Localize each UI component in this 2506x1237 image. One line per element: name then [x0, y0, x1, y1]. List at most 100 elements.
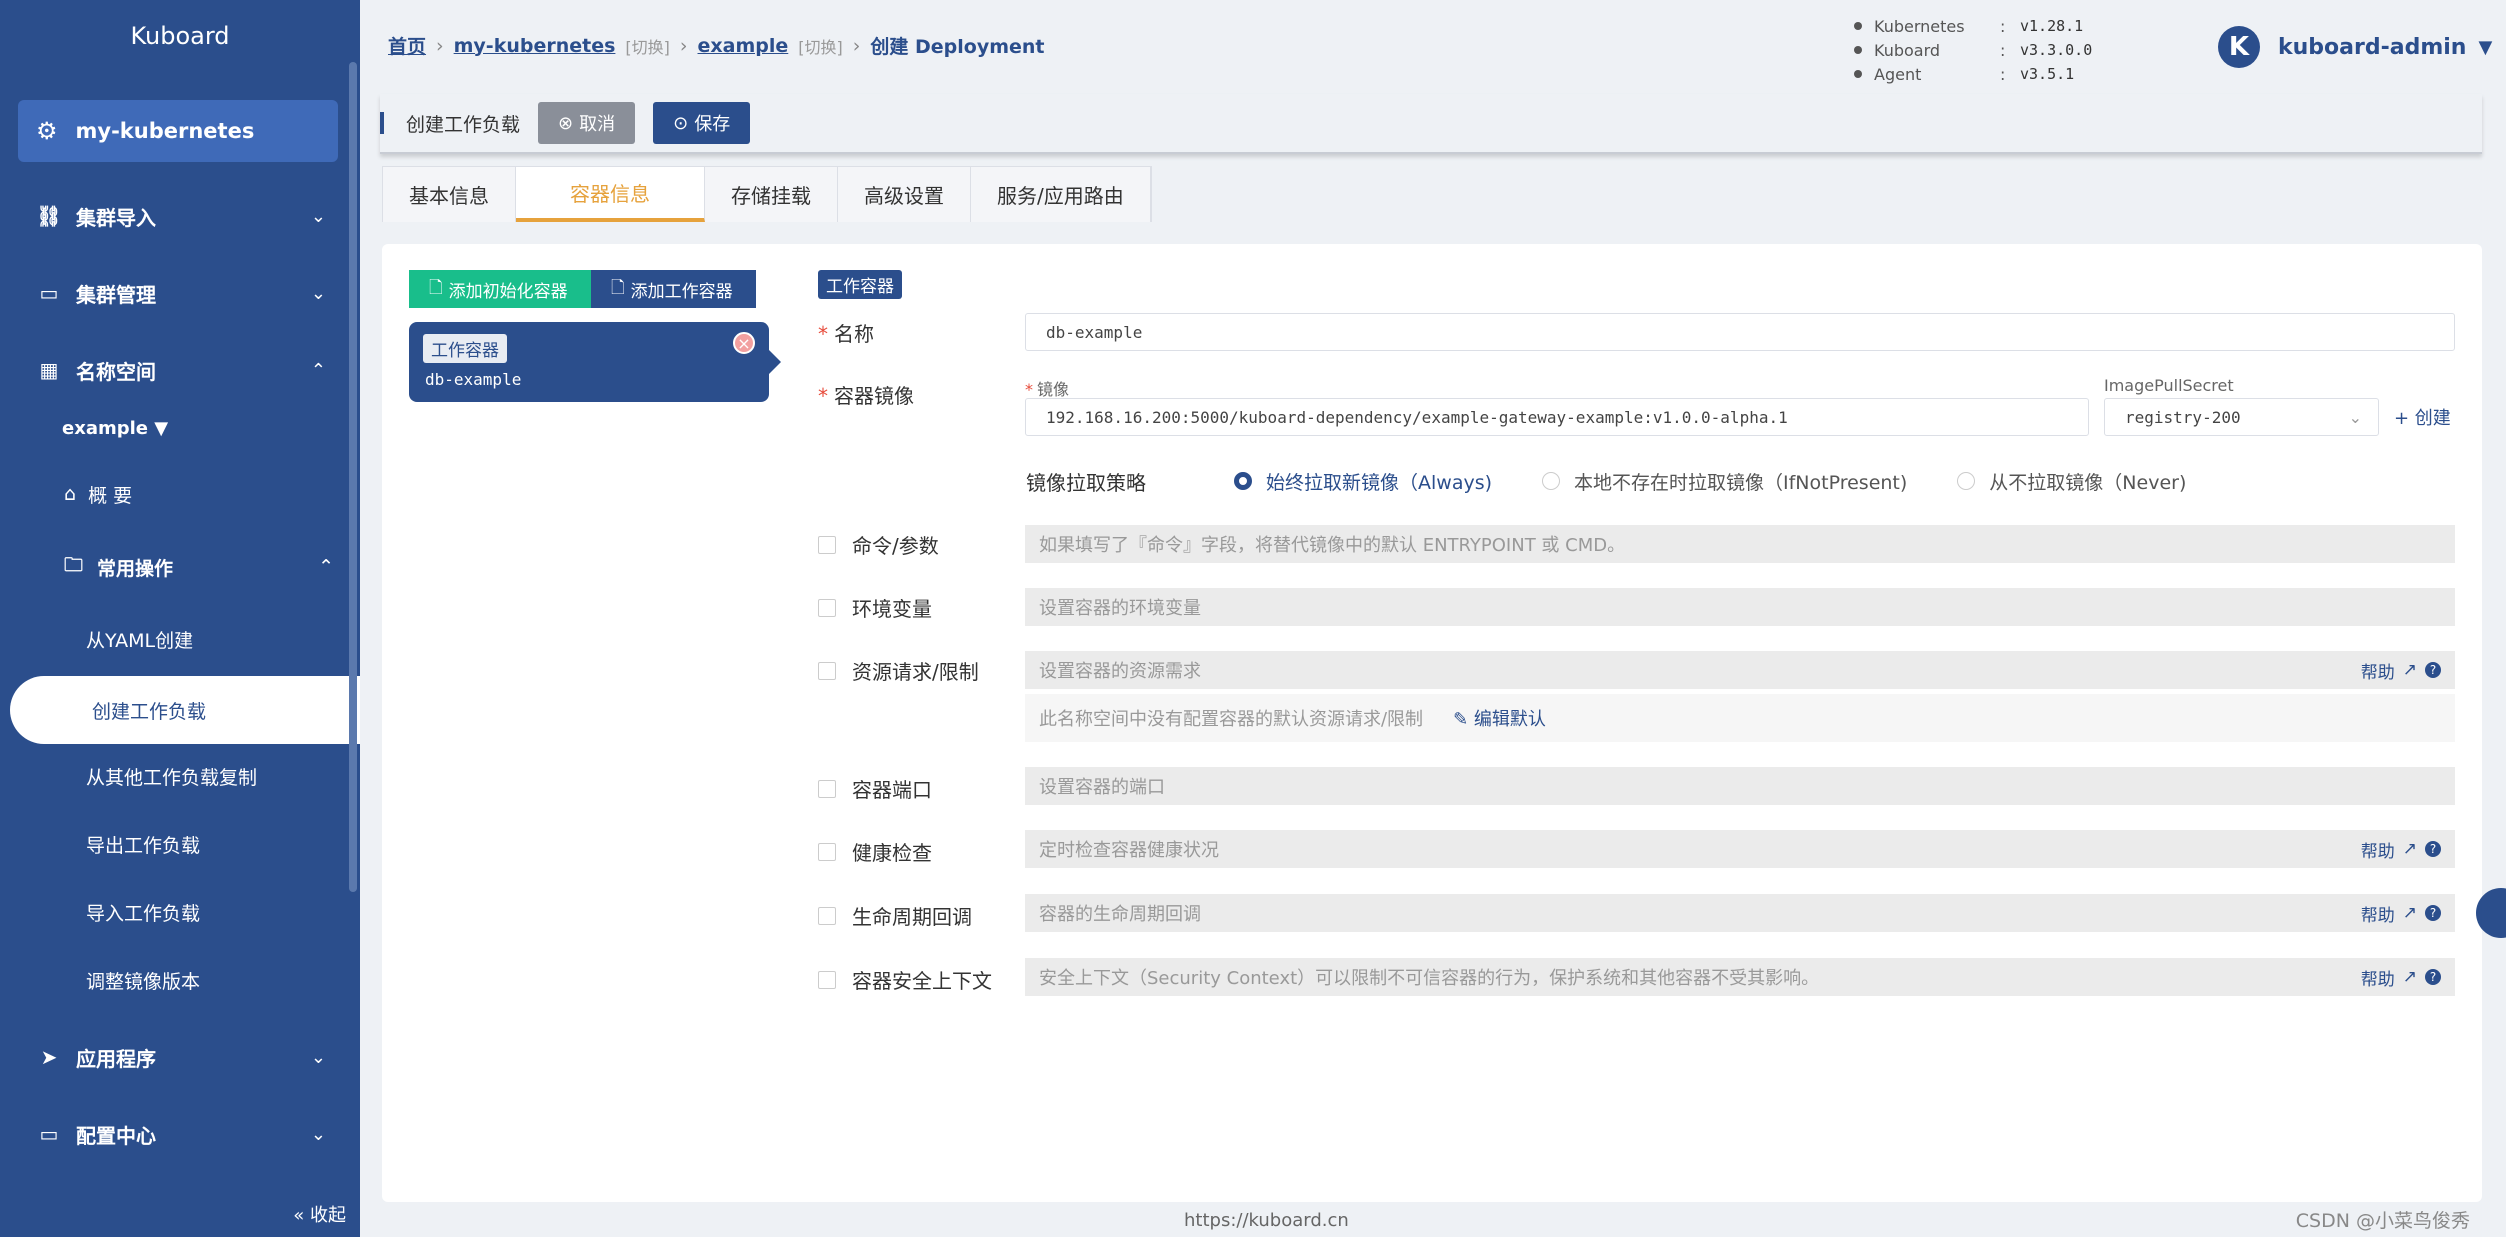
tab-basic[interactable]: 基本信息: [383, 167, 516, 222]
form-tabs: 基本信息 容器信息 存储挂载 高级设置 服务/应用路由: [382, 166, 1152, 222]
check-circle-icon: ⊙: [673, 112, 689, 134]
port-placeholder: 设置容器的端口: [1025, 767, 2455, 805]
tab-advanced[interactable]: 高级设置: [838, 167, 971, 222]
external-link-icon: ↗: [2402, 839, 2417, 859]
breadcrumb-cluster[interactable]: my-kubernetes: [454, 35, 616, 57]
collapse-sidebar-button[interactable]: « 收起: [293, 1201, 346, 1227]
version-row: Agent: v3.5.1: [1854, 62, 2092, 86]
menu-applications[interactable]: ➤ 应用程序 ⌄: [36, 1037, 336, 1077]
caret-down-icon: ▼: [154, 418, 169, 439]
secret-value: registry-200: [2125, 407, 2241, 427]
image-input[interactable]: 192.168.16.200:5000/kuboard-dependency/e…: [1025, 398, 2089, 436]
version-info: Kubernetes: v1.28.1 Kuboard: v3.3.0.0 Agen…: [1854, 14, 2092, 86]
edit-icon: ✎: [1453, 709, 1474, 730]
chevron-down-icon: ⌄: [2348, 407, 2362, 427]
file-plus-icon: 🗋: [611, 277, 625, 298]
radio-never[interactable]: 从不拉取镜像（Never): [1957, 468, 2186, 495]
page-toolbar: 创建工作负载 ⊗ 取消 ⊙ 保存: [380, 94, 2482, 154]
question-icon: ?: [2425, 662, 2441, 678]
cmd-checkbox[interactable]: 命令/参数: [818, 530, 939, 559]
lifecycle-checkbox[interactable]: 生命周期回调: [818, 901, 972, 930]
home-icon: ⌂: [64, 483, 77, 505]
secret-select[interactable]: registry-200 ⌄: [2104, 398, 2379, 436]
link-icon: ⛓: [36, 204, 62, 228]
menu-label: 集群管理: [76, 282, 156, 307]
pull-policy-group: 镜像拉取策略 始终拉取新镜像（Always) 本地不存在时拉取镜像（IfNotP…: [1026, 466, 2236, 496]
breadcrumb-namespace[interactable]: example: [698, 35, 789, 57]
port-checkbox[interactable]: 容器端口: [818, 774, 932, 803]
health-help-link[interactable]: 帮助 ↗?: [2361, 837, 2441, 862]
breadcrumb-home[interactable]: 首页: [388, 32, 426, 59]
tab-service[interactable]: 服务/应用路由: [971, 167, 1151, 222]
lifecycle-help-link[interactable]: 帮助 ↗?: [2361, 901, 2441, 926]
menu-cluster-import[interactable]: ⛓ 集群导入 ⌄: [36, 196, 336, 236]
add-init-container-button[interactable]: 🗋 添加初始化容器: [409, 270, 591, 308]
section-tag: 工作容器: [818, 270, 902, 299]
image-sub-label: * 镜像: [1025, 380, 1070, 399]
sidebar-item-common-ops[interactable]: 🗀 常用操作 ⌃: [64, 547, 334, 587]
sidebar-leaf-create-workload[interactable]: 创建工作负载: [10, 676, 360, 744]
pull-policy-label: 镜像拉取策略: [1026, 470, 1146, 495]
sidebar-item-overview[interactable]: ⌂ 概 要: [64, 474, 132, 514]
namespace-value: example: [62, 418, 148, 439]
security-help-link[interactable]: 帮助 ↗?: [2361, 965, 2441, 990]
user-name: kuboard-admin: [2278, 34, 2467, 60]
name-input[interactable]: db-example: [1025, 313, 2455, 351]
res-help-link[interactable]: 帮助 ↗?: [2361, 658, 2441, 683]
save-button[interactable]: ⊙ 保存: [653, 102, 751, 144]
sidebar-leaf-yaml[interactable]: 从YAML创建: [86, 619, 193, 659]
question-icon: ?: [2425, 905, 2441, 921]
breadcrumb: 首页 › my-kubernetes [切换] › example [切换] ›…: [388, 32, 1045, 59]
env-placeholder: 设置容器的环境变量: [1025, 588, 2455, 626]
res-checkbox[interactable]: 资源请求/限制: [818, 656, 979, 685]
chevron-up-icon: ⌃: [310, 359, 326, 381]
question-icon: ?: [2425, 969, 2441, 985]
container-card[interactable]: 工作容器 db-example ×: [409, 322, 781, 402]
footer-link[interactable]: https://kuboard.cn: [1184, 1210, 1349, 1231]
sidebar-leaf-image-version[interactable]: 调整镜像版本: [86, 960, 200, 1000]
brand-title: Kuboard: [130, 22, 230, 50]
sidebar-leaf-export[interactable]: 导出工作负载: [86, 824, 200, 864]
res-default-note: 此名称空间中没有配置容器的默认资源请求/限制 ✎ 编辑默认: [1025, 694, 2455, 742]
namespace-select[interactable]: example ▼: [62, 418, 168, 439]
sidebar-scrollbar[interactable]: [349, 62, 357, 892]
switch-namespace-link[interactable]: [切换]: [798, 34, 843, 58]
menu-label: 集群导入: [76, 205, 156, 230]
box-icon: ▭: [39, 1122, 59, 1146]
chevron-up-icon: ⌃: [318, 556, 334, 578]
server-icon: ▭: [39, 281, 59, 305]
tab-container[interactable]: 容器信息: [516, 167, 705, 222]
radio-always[interactable]: 始终拉取新镜像（Always): [1234, 468, 1492, 495]
remove-container-icon[interactable]: ×: [733, 332, 755, 354]
health-bar: 定时检查容器健康状况 帮助 ↗?: [1025, 830, 2455, 868]
grid-icon: ▦: [39, 358, 59, 382]
external-link-icon: ↗: [2402, 967, 2417, 987]
user-menu[interactable]: K kuboard-admin ▼: [2218, 26, 2492, 68]
security-checkbox[interactable]: 容器安全上下文: [818, 965, 992, 994]
sidebar-leaf-copy[interactable]: 从其他工作负载复制: [86, 756, 257, 796]
cancel-button[interactable]: ⊗ 取消: [538, 102, 636, 144]
env-checkbox[interactable]: 环境变量: [818, 593, 932, 622]
chevron-down-icon: ⌄: [310, 205, 326, 227]
menu-config-center[interactable]: ▭ 配置中心 ⌄: [36, 1114, 336, 1154]
chevron-down-icon: ⌄: [310, 1046, 326, 1068]
menu-cluster-manage[interactable]: ▭ 集群管理 ⌄: [36, 273, 336, 313]
switch-cluster-link[interactable]: [切换]: [625, 34, 670, 58]
menu-label: 应用程序: [76, 1046, 156, 1071]
health-checkbox[interactable]: 健康检查: [818, 837, 932, 866]
caret-down-icon: ▼: [2478, 36, 2493, 58]
tab-storage[interactable]: 存储挂载: [705, 167, 838, 222]
radio-ifnotpresent[interactable]: 本地不存在时拉取镜像（IfNotPresent): [1542, 468, 1907, 495]
container-type-tag: 工作容器: [423, 334, 507, 363]
sidebar-leaf-import[interactable]: 导入工作负载: [86, 892, 200, 932]
add-work-container-button[interactable]: 🗋 添加工作容器: [591, 270, 756, 308]
cluster-selector[interactable]: ⚙ my-kubernetes: [18, 100, 338, 162]
edit-default-link[interactable]: ✎ 编辑默认: [1453, 705, 1546, 731]
image-label: * 容器镜像: [818, 384, 914, 408]
chevron-down-icon: ⌄: [310, 1123, 326, 1145]
avatar: K: [2218, 26, 2260, 68]
menu-namespace[interactable]: ▦ 名称空间 ⌃: [36, 350, 336, 390]
sidebar-item-label: 概 要: [88, 484, 133, 507]
chevron-right-icon: ›: [436, 34, 444, 57]
create-secret-link[interactable]: + 创建: [2394, 404, 2451, 430]
